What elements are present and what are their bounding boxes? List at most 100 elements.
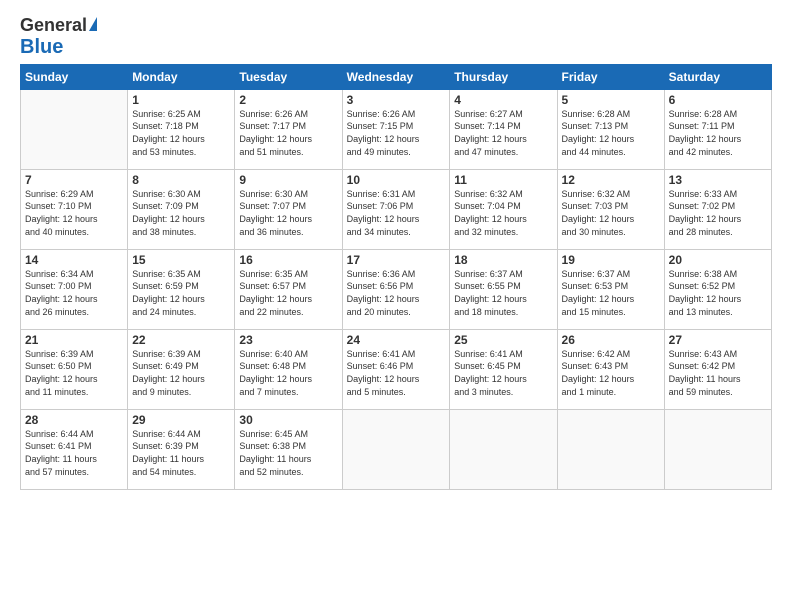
weekday-header: Saturday xyxy=(664,64,771,89)
page: General Blue SundayMondayTuesdayWednesda… xyxy=(0,0,792,612)
day-number: 5 xyxy=(562,93,660,107)
day-number: 26 xyxy=(562,333,660,347)
calendar-cell: 28Sunrise: 6:44 AM Sunset: 6:41 PM Dayli… xyxy=(21,409,128,489)
calendar-cell: 12Sunrise: 6:32 AM Sunset: 7:03 PM Dayli… xyxy=(557,169,664,249)
day-info: Sunrise: 6:26 AM Sunset: 7:15 PM Dayligh… xyxy=(347,108,446,158)
calendar-cell: 30Sunrise: 6:45 AM Sunset: 6:38 PM Dayli… xyxy=(235,409,342,489)
day-number: 15 xyxy=(132,253,230,267)
calendar-cell: 22Sunrise: 6:39 AM Sunset: 6:49 PM Dayli… xyxy=(128,329,235,409)
day-number: 22 xyxy=(132,333,230,347)
day-number: 1 xyxy=(132,93,230,107)
calendar-cell: 6Sunrise: 6:28 AM Sunset: 7:11 PM Daylig… xyxy=(664,89,771,169)
weekday-header: Friday xyxy=(557,64,664,89)
day-number: 10 xyxy=(347,173,446,187)
weekday-header: Sunday xyxy=(21,64,128,89)
calendar-cell: 7Sunrise: 6:29 AM Sunset: 7:10 PM Daylig… xyxy=(21,169,128,249)
day-number: 17 xyxy=(347,253,446,267)
day-number: 13 xyxy=(669,173,767,187)
day-info: Sunrise: 6:30 AM Sunset: 7:07 PM Dayligh… xyxy=(239,188,337,238)
day-number: 14 xyxy=(25,253,123,267)
day-info: Sunrise: 6:37 AM Sunset: 6:55 PM Dayligh… xyxy=(454,268,552,318)
day-number: 2 xyxy=(239,93,337,107)
day-number: 27 xyxy=(669,333,767,347)
calendar-cell: 9Sunrise: 6:30 AM Sunset: 7:07 PM Daylig… xyxy=(235,169,342,249)
day-info: Sunrise: 6:41 AM Sunset: 6:45 PM Dayligh… xyxy=(454,348,552,398)
weekday-header: Tuesday xyxy=(235,64,342,89)
calendar-cell: 17Sunrise: 6:36 AM Sunset: 6:56 PM Dayli… xyxy=(342,249,450,329)
calendar-cell: 4Sunrise: 6:27 AM Sunset: 7:14 PM Daylig… xyxy=(450,89,557,169)
day-number: 11 xyxy=(454,173,552,187)
day-info: Sunrise: 6:44 AM Sunset: 6:41 PM Dayligh… xyxy=(25,428,123,478)
day-info: Sunrise: 6:36 AM Sunset: 6:56 PM Dayligh… xyxy=(347,268,446,318)
calendar-cell: 2Sunrise: 6:26 AM Sunset: 7:17 PM Daylig… xyxy=(235,89,342,169)
calendar-cell xyxy=(342,409,450,489)
day-number: 25 xyxy=(454,333,552,347)
calendar-cell xyxy=(450,409,557,489)
calendar-week-row: 14Sunrise: 6:34 AM Sunset: 7:00 PM Dayli… xyxy=(21,249,772,329)
calendar-cell: 25Sunrise: 6:41 AM Sunset: 6:45 PM Dayli… xyxy=(450,329,557,409)
calendar-cell xyxy=(664,409,771,489)
day-info: Sunrise: 6:42 AM Sunset: 6:43 PM Dayligh… xyxy=(562,348,660,398)
day-info: Sunrise: 6:30 AM Sunset: 7:09 PM Dayligh… xyxy=(132,188,230,238)
calendar-cell: 3Sunrise: 6:26 AM Sunset: 7:15 PM Daylig… xyxy=(342,89,450,169)
day-info: Sunrise: 6:35 AM Sunset: 6:57 PM Dayligh… xyxy=(239,268,337,318)
day-info: Sunrise: 6:39 AM Sunset: 6:49 PM Dayligh… xyxy=(132,348,230,398)
calendar-cell: 10Sunrise: 6:31 AM Sunset: 7:06 PM Dayli… xyxy=(342,169,450,249)
day-number: 29 xyxy=(132,413,230,427)
calendar-cell: 29Sunrise: 6:44 AM Sunset: 6:39 PM Dayli… xyxy=(128,409,235,489)
day-info: Sunrise: 6:32 AM Sunset: 7:03 PM Dayligh… xyxy=(562,188,660,238)
calendar-cell: 21Sunrise: 6:39 AM Sunset: 6:50 PM Dayli… xyxy=(21,329,128,409)
day-number: 4 xyxy=(454,93,552,107)
day-number: 6 xyxy=(669,93,767,107)
calendar-cell: 23Sunrise: 6:40 AM Sunset: 6:48 PM Dayli… xyxy=(235,329,342,409)
calendar-cell: 15Sunrise: 6:35 AM Sunset: 6:59 PM Dayli… xyxy=(128,249,235,329)
logo: General Blue xyxy=(20,16,97,58)
day-info: Sunrise: 6:37 AM Sunset: 6:53 PM Dayligh… xyxy=(562,268,660,318)
calendar-cell: 26Sunrise: 6:42 AM Sunset: 6:43 PM Dayli… xyxy=(557,329,664,409)
day-info: Sunrise: 6:41 AM Sunset: 6:46 PM Dayligh… xyxy=(347,348,446,398)
day-number: 18 xyxy=(454,253,552,267)
calendar-header: SundayMondayTuesdayWednesdayThursdayFrid… xyxy=(21,64,772,89)
day-info: Sunrise: 6:44 AM Sunset: 6:39 PM Dayligh… xyxy=(132,428,230,478)
day-info: Sunrise: 6:28 AM Sunset: 7:11 PM Dayligh… xyxy=(669,108,767,158)
calendar-cell: 14Sunrise: 6:34 AM Sunset: 7:00 PM Dayli… xyxy=(21,249,128,329)
day-info: Sunrise: 6:27 AM Sunset: 7:14 PM Dayligh… xyxy=(454,108,552,158)
day-info: Sunrise: 6:35 AM Sunset: 6:59 PM Dayligh… xyxy=(132,268,230,318)
day-info: Sunrise: 6:31 AM Sunset: 7:06 PM Dayligh… xyxy=(347,188,446,238)
header: General Blue xyxy=(20,16,772,58)
calendar-cell: 13Sunrise: 6:33 AM Sunset: 7:02 PM Dayli… xyxy=(664,169,771,249)
day-number: 21 xyxy=(25,333,123,347)
calendar-cell: 27Sunrise: 6:43 AM Sunset: 6:42 PM Dayli… xyxy=(664,329,771,409)
calendar-cell xyxy=(557,409,664,489)
calendar-cell: 24Sunrise: 6:41 AM Sunset: 6:46 PM Dayli… xyxy=(342,329,450,409)
calendar-cell: 19Sunrise: 6:37 AM Sunset: 6:53 PM Dayli… xyxy=(557,249,664,329)
day-number: 20 xyxy=(669,253,767,267)
day-info: Sunrise: 6:39 AM Sunset: 6:50 PM Dayligh… xyxy=(25,348,123,398)
weekday-header: Thursday xyxy=(450,64,557,89)
day-info: Sunrise: 6:38 AM Sunset: 6:52 PM Dayligh… xyxy=(669,268,767,318)
calendar-cell xyxy=(21,89,128,169)
day-info: Sunrise: 6:28 AM Sunset: 7:13 PM Dayligh… xyxy=(562,108,660,158)
logo-blue: Blue xyxy=(20,36,63,58)
day-number: 12 xyxy=(562,173,660,187)
day-number: 30 xyxy=(239,413,337,427)
calendar-week-row: 21Sunrise: 6:39 AM Sunset: 6:50 PM Dayli… xyxy=(21,329,772,409)
day-number: 23 xyxy=(239,333,337,347)
weekday-header: Monday xyxy=(128,64,235,89)
day-number: 19 xyxy=(562,253,660,267)
day-number: 3 xyxy=(347,93,446,107)
weekday-header: Wednesday xyxy=(342,64,450,89)
calendar-cell: 5Sunrise: 6:28 AM Sunset: 7:13 PM Daylig… xyxy=(557,89,664,169)
calendar-table: SundayMondayTuesdayWednesdayThursdayFrid… xyxy=(20,64,772,490)
day-info: Sunrise: 6:29 AM Sunset: 7:10 PM Dayligh… xyxy=(25,188,123,238)
calendar-week-row: 1Sunrise: 6:25 AM Sunset: 7:18 PM Daylig… xyxy=(21,89,772,169)
calendar-cell: 1Sunrise: 6:25 AM Sunset: 7:18 PM Daylig… xyxy=(128,89,235,169)
day-number: 24 xyxy=(347,333,446,347)
calendar-week-row: 7Sunrise: 6:29 AM Sunset: 7:10 PM Daylig… xyxy=(21,169,772,249)
day-number: 7 xyxy=(25,173,123,187)
day-info: Sunrise: 6:26 AM Sunset: 7:17 PM Dayligh… xyxy=(239,108,337,158)
calendar-cell: 18Sunrise: 6:37 AM Sunset: 6:55 PM Dayli… xyxy=(450,249,557,329)
day-info: Sunrise: 6:40 AM Sunset: 6:48 PM Dayligh… xyxy=(239,348,337,398)
calendar-cell: 20Sunrise: 6:38 AM Sunset: 6:52 PM Dayli… xyxy=(664,249,771,329)
day-number: 16 xyxy=(239,253,337,267)
